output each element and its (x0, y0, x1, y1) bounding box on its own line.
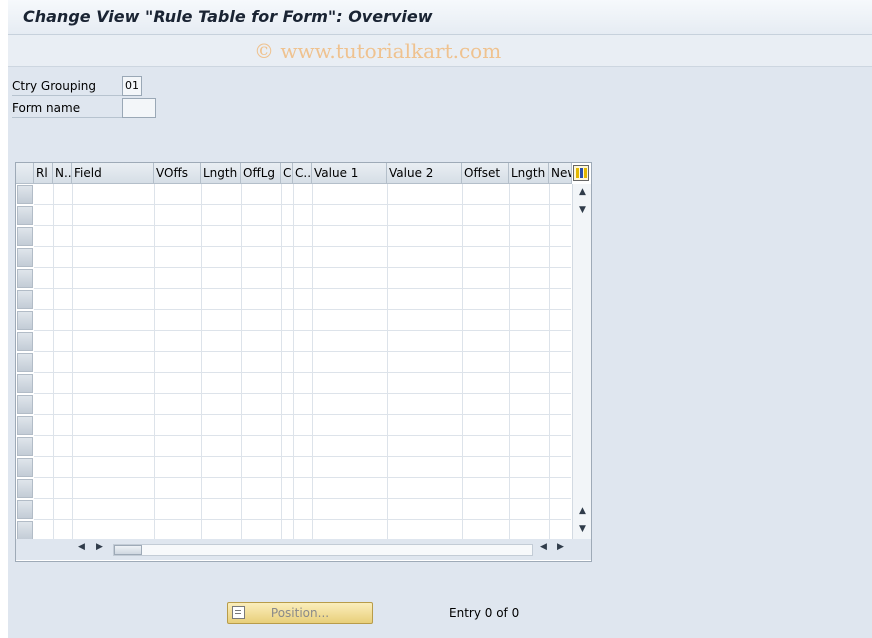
row-selector[interactable] (17, 332, 33, 351)
horizontal-scroll-thumb[interactable] (114, 545, 142, 555)
table-row[interactable] (34, 331, 571, 352)
scroll-up-icon[interactable]: ▲ (573, 187, 592, 197)
scroll-right-end-icon[interactable]: ▶ (557, 542, 564, 552)
row-selector[interactable] (17, 416, 33, 435)
column-divider (312, 184, 313, 539)
column-header-offlg[interactable]: OffLg (241, 163, 281, 184)
row-selector[interactable] (17, 185, 33, 204)
row-selector[interactable] (17, 227, 33, 246)
column-divider (72, 184, 73, 539)
column-divider (201, 184, 202, 539)
row-selector[interactable] (17, 290, 33, 309)
table-row[interactable] (34, 373, 571, 394)
row-selector[interactable] (17, 521, 33, 540)
row-selector[interactable] (17, 248, 33, 267)
column-divider (293, 184, 294, 539)
rule-table: Rl N.. Field VOffs Lngth OffLg C C.. Val… (15, 162, 592, 562)
table-row[interactable] (34, 478, 571, 499)
table-row[interactable] (34, 184, 571, 205)
table-row[interactable] (34, 289, 571, 310)
watermark-text: © www.tutorialkart.com (254, 39, 502, 63)
column-header-offset[interactable]: Offset (462, 163, 509, 184)
column-header-rl[interactable]: Rl (34, 163, 53, 184)
column-divider (549, 184, 550, 539)
table-row[interactable] (34, 520, 571, 541)
select-all-header[interactable] (16, 163, 34, 184)
main-content: Ctry Grouping 01 Form name Rl N.. Field … (8, 67, 872, 638)
table-row[interactable] (34, 394, 571, 415)
table-row[interactable] (34, 457, 571, 478)
row-selector[interactable] (17, 269, 33, 288)
column-divider (281, 184, 282, 539)
row-selector[interactable] (17, 500, 33, 519)
table-row[interactable] (34, 499, 571, 520)
row-selector[interactable] (17, 479, 33, 498)
table-row[interactable] (34, 226, 571, 247)
scroll-down-icon[interactable]: ▼ (573, 205, 592, 215)
table-row[interactable] (34, 415, 571, 436)
scroll-right-icon[interactable]: ▶ (96, 542, 103, 552)
column-header-lngth[interactable]: Lngth (201, 163, 241, 184)
table-row[interactable] (34, 352, 571, 373)
row-selector[interactable] (17, 206, 33, 225)
page-title: Change View "Rule Table for Form": Overv… (23, 7, 433, 26)
vertical-scrollbar[interactable]: ▲ ▼ ▲ ▼ (572, 184, 591, 539)
title-bar: Change View "Rule Table for Form": Overv… (8, 0, 872, 35)
entry-counter: Entry 0 of 0 (449, 606, 520, 620)
row-selector[interactable] (17, 374, 33, 393)
row-selector[interactable] (17, 353, 33, 372)
row-selector[interactable] (17, 458, 33, 477)
form-name-label: Form name (12, 100, 122, 118)
column-divider (387, 184, 388, 539)
horizontal-scrollbar[interactable]: ◀ ▶ ◀ ▶ (16, 539, 591, 560)
row-selector[interactable] (17, 395, 33, 414)
table-row[interactable] (34, 268, 571, 289)
position-icon (232, 606, 245, 619)
column-header-value2[interactable]: Value 2 (387, 163, 462, 184)
column-header-voffs[interactable]: VOffs (154, 163, 201, 184)
column-header-lngth2[interactable]: Lngth (509, 163, 549, 184)
column-header-value1[interactable]: Value 1 (312, 163, 387, 184)
position-button-label: Position... (270, 606, 330, 620)
row-selector[interactable] (17, 311, 33, 330)
application-toolbar: © www.tutorialkart.com (8, 35, 872, 67)
left-gutter (0, 0, 8, 638)
column-divider (53, 184, 54, 539)
column-divider (509, 184, 510, 539)
column-header-c[interactable]: C (281, 163, 293, 184)
row-selector[interactable] (17, 437, 33, 456)
table-settings-icon[interactable] (573, 165, 589, 181)
column-header-new[interactable]: New (549, 163, 572, 184)
scroll-page-up-icon[interactable]: ▲ (573, 506, 592, 516)
table-row[interactable] (34, 436, 571, 457)
scroll-left-icon[interactable]: ◀ (78, 542, 85, 552)
table-row[interactable] (34, 310, 571, 331)
column-divider (154, 184, 155, 539)
table-row[interactable] (34, 247, 571, 268)
ctry-grouping-row: Ctry Grouping 01 (10, 76, 210, 96)
scroll-left-end-icon[interactable]: ◀ (540, 542, 547, 552)
column-divider (241, 184, 242, 539)
table-row[interactable] (34, 205, 571, 226)
horizontal-scroll-track[interactable] (113, 544, 533, 556)
column-header-field[interactable]: Field (72, 163, 154, 184)
position-button[interactable]: Position... (227, 602, 373, 624)
ctry-grouping-field[interactable]: 01 (122, 76, 142, 96)
scroll-page-down-icon[interactable]: ▼ (573, 524, 592, 534)
column-header-c2[interactable]: C.. (293, 163, 312, 184)
column-header-n[interactable]: N.. (53, 163, 72, 184)
ctry-grouping-label: Ctry Grouping (12, 78, 122, 96)
form-name-field[interactable] (122, 98, 156, 118)
form-name-row: Form name (10, 98, 210, 118)
column-divider (462, 184, 463, 539)
